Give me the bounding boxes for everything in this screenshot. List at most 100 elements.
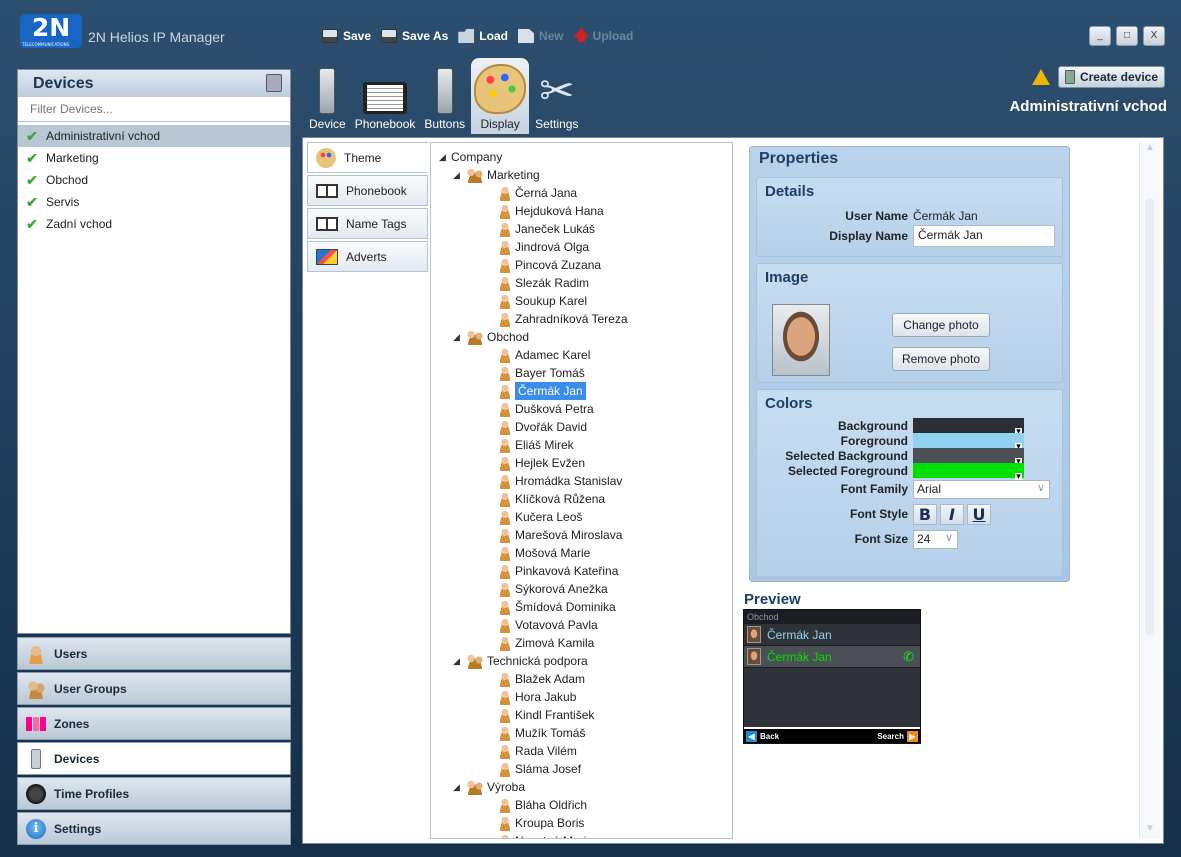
main-tab-phonebook[interactable]: Phonebook: [352, 58, 419, 134]
tree-user[interactable]: Dušková Petra: [439, 400, 732, 418]
nav-tab-user-groups[interactable]: User Groups: [17, 672, 291, 705]
tree-user[interactable]: Jindrová Olga: [439, 238, 732, 256]
device-list-item[interactable]: ✔ Obchod: [18, 169, 290, 191]
device-list-item[interactable]: ✔ Marketing: [18, 147, 290, 169]
main-tab-bar: Device Phonebook Buttons Display ✂ Settings: [306, 58, 581, 136]
tree-user[interactable]: Sláma Josef: [439, 760, 732, 778]
tree-user[interactable]: Pinkavová Kateřina: [439, 562, 732, 580]
sub-tab-name-tags[interactable]: Name Tags: [307, 208, 428, 239]
tree-user[interactable]: Adamec Karel: [439, 346, 732, 364]
close-button[interactable]: X: [1143, 26, 1165, 46]
scroll-thumb[interactable]: [1145, 198, 1154, 635]
tree-user[interactable]: Hora Jakub: [439, 688, 732, 706]
display-name-field[interactable]: Čermák Jan: [913, 225, 1055, 247]
foreground-color-picker[interactable]: [913, 433, 1024, 450]
minimize-button[interactable]: _: [1089, 26, 1111, 46]
font-size-select[interactable]: 24: [913, 529, 958, 549]
sub-tab-adverts[interactable]: Adverts: [307, 241, 428, 272]
device-list-item[interactable]: ✔ Zadní vchod: [18, 213, 290, 235]
tree-user[interactable]: Kučera Leoš: [439, 508, 732, 526]
expand-arrow-icon[interactable]: ◢: [453, 166, 465, 184]
remove-photo-button[interactable]: Remove photo: [892, 347, 990, 371]
tree-user[interactable]: Mužík Tomáš: [439, 724, 732, 742]
selected-background-color-picker[interactable]: [913, 448, 1024, 465]
tree-user[interactable]: Mošová Marie: [439, 544, 732, 562]
create-device-button[interactable]: Create device: [1057, 66, 1165, 88]
nav-tab-time-profiles[interactable]: Time Profiles: [17, 777, 291, 810]
export-device-icon[interactable]: [266, 74, 282, 92]
back-arrow-icon: ◀: [746, 730, 757, 742]
scroll-up-icon[interactable]: ▲: [1140, 142, 1160, 158]
nav-tab-zones[interactable]: Zones: [17, 707, 291, 740]
tree-user[interactable]: Eliáš Mirek: [439, 436, 732, 454]
new-button[interactable]: New: [517, 29, 564, 43]
tree-user[interactable]: Votavová Pavla: [439, 616, 732, 634]
upload-button[interactable]: 🡅 Upload: [574, 28, 634, 43]
tree-user[interactable]: Hromádka Stanislav: [439, 472, 732, 490]
tree-user[interactable]: Blažek Adam: [439, 670, 732, 688]
nav-tab-devices[interactable]: Devices: [17, 742, 291, 775]
background-color-picker[interactable]: [913, 418, 1024, 435]
change-photo-button[interactable]: Change photo: [892, 313, 990, 337]
tree-group[interactable]: ◢ Marketing: [439, 166, 732, 184]
tree-group[interactable]: ◢ Obchod: [439, 328, 732, 346]
tree-user[interactable]: Soukup Karel: [439, 292, 732, 310]
tree-user[interactable]: Janeček Lukáš: [439, 220, 732, 238]
main-tab-buttons[interactable]: Buttons: [421, 58, 468, 134]
nav-tab-settings[interactable]: i Settings: [17, 812, 291, 845]
tree-user[interactable]: Zimová Kamila: [439, 634, 732, 652]
warning-icon[interactable]: [1031, 69, 1050, 85]
main-tab-settings[interactable]: ✂ Settings: [532, 58, 581, 134]
expand-arrow-icon[interactable]: ◢: [439, 148, 451, 166]
tree-user-label: Sláma Josef: [515, 762, 582, 776]
tree-user[interactable]: Šmídová Dominika: [439, 598, 732, 616]
sub-tab-phonebook[interactable]: Phonebook: [307, 175, 428, 206]
tree-group[interactable]: ◢ Výroba: [439, 778, 732, 796]
tree-user[interactable]: Dvořák David: [439, 418, 732, 436]
tree-user[interactable]: Hejduková Hana: [439, 202, 732, 220]
selected-foreground-color-picker[interactable]: [913, 463, 1024, 480]
tree-user[interactable]: Klíčková Růžena: [439, 490, 732, 508]
tree-user[interactable]: Zahradníková Tereza: [439, 310, 732, 328]
user-icon: [498, 203, 512, 219]
tree-user[interactable]: Hejlek Evžen: [439, 454, 732, 472]
tree-root[interactable]: ◢ Company: [439, 148, 732, 166]
tree-user[interactable]: Rada Vilém: [439, 742, 732, 760]
main-tab-device[interactable]: Device: [306, 58, 349, 134]
expand-arrow-icon[interactable]: ◢: [453, 778, 465, 796]
expand-arrow-icon[interactable]: ◢: [453, 328, 465, 346]
tree-user[interactable]: Novotná Marie: [439, 832, 732, 838]
load-button[interactable]: Load: [458, 29, 508, 43]
tree-user[interactable]: Pincová Zuzana: [439, 256, 732, 274]
tree-user[interactable]: Čermák Jan: [439, 382, 732, 400]
tree-group[interactable]: ◢ Technická podpora: [439, 652, 732, 670]
user-icon: [498, 527, 512, 543]
tree-user[interactable]: Slezák Radim: [439, 274, 732, 292]
tree-user[interactable]: Kindl František: [439, 706, 732, 724]
save-as-button[interactable]: Save As: [381, 29, 448, 43]
font-family-select[interactable]: Arial: [913, 479, 1050, 499]
italic-toggle[interactable]: I: [940, 503, 964, 525]
underline-toggle[interactable]: U: [967, 503, 991, 525]
content-scrollbar[interactable]: ▲ ▼: [1139, 142, 1160, 839]
filter-devices-input[interactable]: [18, 97, 290, 122]
nav-tab-users[interactable]: Users: [17, 637, 291, 670]
tree-group-label: Obchod: [487, 330, 530, 344]
maximize-button[interactable]: □: [1116, 26, 1138, 46]
bold-toggle[interactable]: B: [913, 503, 937, 525]
sub-tab-theme[interactable]: Theme: [307, 142, 428, 173]
user-icon: [498, 365, 512, 381]
tree-user[interactable]: Černá Jana: [439, 184, 732, 202]
main-tab-display[interactable]: Display: [471, 58, 530, 134]
device-list-item[interactable]: ✔ Servis: [18, 191, 290, 213]
expand-arrow-icon[interactable]: ◢: [453, 652, 465, 670]
scroll-down-icon[interactable]: ▼: [1140, 823, 1160, 839]
save-button[interactable]: Save: [322, 29, 371, 43]
device-list-item[interactable]: ✔ Administrativní vchod: [18, 125, 290, 147]
tree-user[interactable]: Bláha Oldřich: [439, 796, 732, 814]
tree-user[interactable]: Sýkorová Anežka: [439, 580, 732, 598]
user-icon: [498, 509, 512, 525]
tree-user[interactable]: Kroupa Boris: [439, 814, 732, 832]
tree-user[interactable]: Bayer Tomáš: [439, 364, 732, 382]
tree-user[interactable]: Marešová Miroslava: [439, 526, 732, 544]
